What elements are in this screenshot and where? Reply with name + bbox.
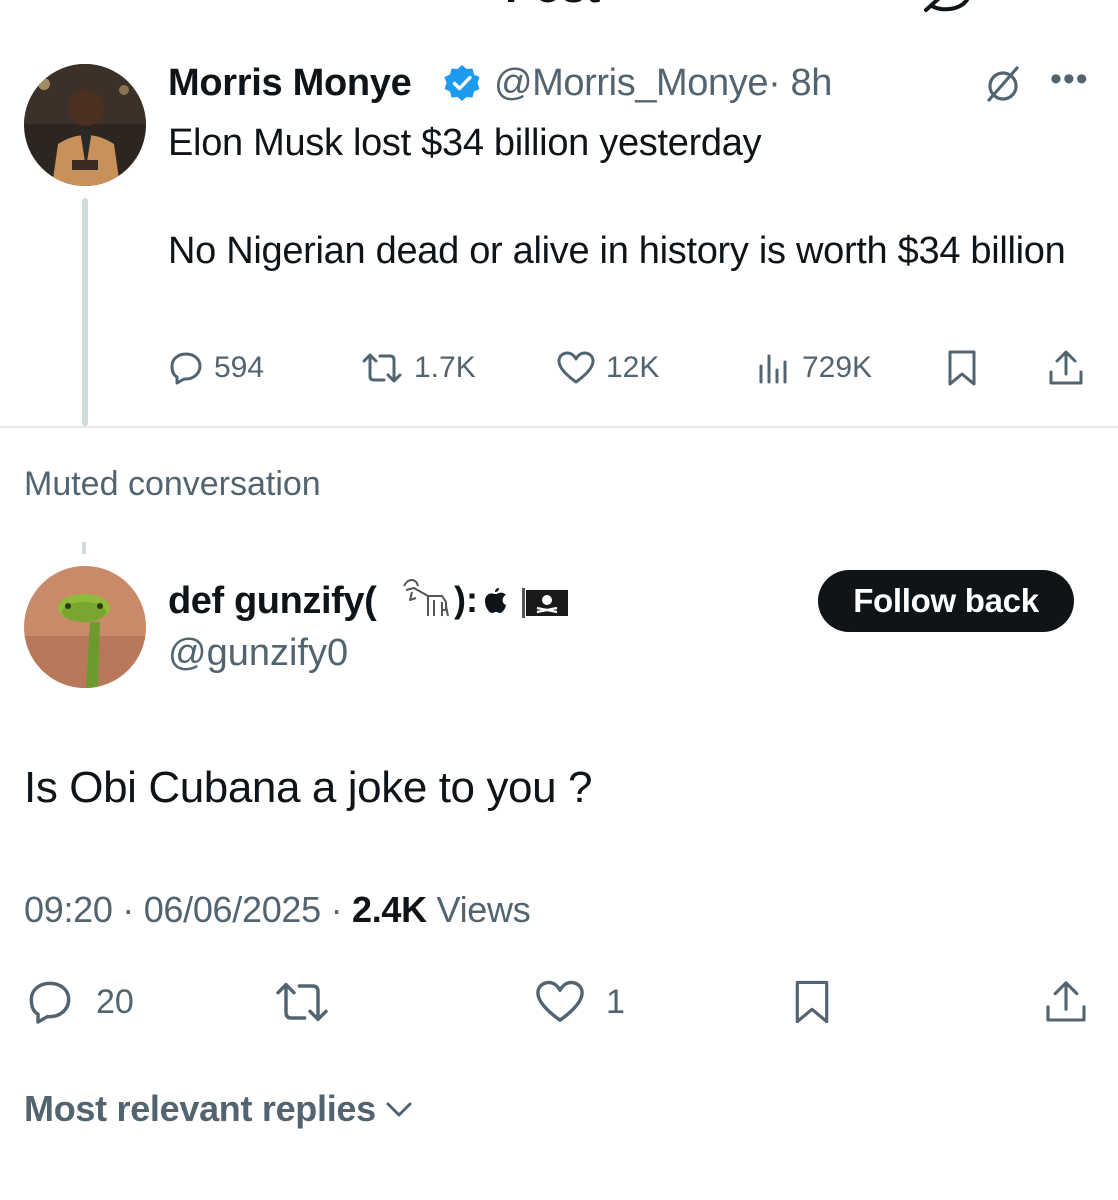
analytics-icon xyxy=(759,354,787,384)
muted-conversation-label: Muted conversation xyxy=(24,465,321,503)
repost-button[interactable]: 1.7K xyxy=(360,350,476,386)
views-count[interactable]: 2.4K xyxy=(352,889,427,930)
author-name[interactable]: Morris Monye xyxy=(168,60,412,106)
reply-icon xyxy=(29,981,71,1024)
post-actions: 20 1 xyxy=(24,970,1094,1030)
verified-badge-icon xyxy=(444,65,480,101)
thread-line xyxy=(82,542,86,554)
grok-icon[interactable] xyxy=(922,0,972,14)
avatar-photo-icon xyxy=(24,64,146,186)
more-options-icon[interactable]: ••• xyxy=(1050,62,1089,96)
apple-logo-icon xyxy=(485,588,506,613)
post-text-line: No Nigerian dead or alive in history is … xyxy=(168,230,1066,272)
reply-count: 20 xyxy=(96,982,134,1021)
view-count: 729K xyxy=(802,351,873,384)
reply-count: 594 xyxy=(214,351,265,384)
author-name[interactable]: def gunzify( xyxy=(168,578,377,624)
repost-icon xyxy=(276,982,328,1022)
like-button[interactable]: 1 xyxy=(534,978,625,1026)
grok-icon[interactable] xyxy=(983,64,1023,104)
share-button[interactable] xyxy=(1042,976,1090,1028)
post-meta: 09:20 · 06/06/2025 · 2.4K Views xyxy=(24,889,531,930)
top-nav: Post xyxy=(0,0,1118,18)
post-time: 09:20 xyxy=(24,889,113,930)
avatar-photo-icon xyxy=(24,566,146,688)
bookmark-icon xyxy=(948,350,976,386)
replies-sort-label: Most relevant replies xyxy=(24,1088,376,1129)
like-count: 12K xyxy=(606,351,660,384)
share-button[interactable] xyxy=(1046,348,1086,388)
replies-sort-dropdown[interactable]: Most relevant replies xyxy=(24,1086,414,1132)
follow-back-button[interactable]: Follow back xyxy=(818,570,1074,632)
repost-icon xyxy=(362,353,402,383)
like-button[interactable]: 12K xyxy=(556,350,659,386)
reply-button[interactable]: 20 xyxy=(24,978,134,1026)
repost-button[interactable] xyxy=(272,978,332,1026)
author-name-suffix: ): xyxy=(454,579,478,620)
goat-icon xyxy=(403,579,449,617)
post-text: Is Obi Cubana a joke to you ? xyxy=(24,763,593,812)
back-arrow-icon[interactable] xyxy=(36,0,64,12)
post-text: Elon Musk lost $34 billion yesterday No … xyxy=(168,116,1068,278)
reply-button[interactable]: 594 xyxy=(168,350,264,386)
author-name-text: def gunzify( xyxy=(168,580,377,622)
pirate-flag-icon xyxy=(522,588,568,618)
post-time: · 8h xyxy=(768,62,832,104)
share-icon xyxy=(1046,981,1086,1022)
reply-icon xyxy=(170,352,202,385)
author-handle-time: @Morris_Monye· 8h xyxy=(494,60,832,106)
avatar[interactable] xyxy=(24,566,146,688)
views-label: Views xyxy=(436,889,531,930)
like-count: 1 xyxy=(606,982,625,1021)
thread-line xyxy=(82,198,88,426)
divider xyxy=(0,426,1118,428)
post-date: 06/06/2025 xyxy=(143,889,321,930)
bookmark-button[interactable] xyxy=(944,348,980,388)
page-title: Post xyxy=(505,0,600,12)
post-actions: 594 1.7K 12K 729K xyxy=(168,346,1088,394)
views-button[interactable]: 729K xyxy=(756,350,872,386)
share-icon xyxy=(1049,350,1083,385)
author-handle[interactable]: @gunzify0 xyxy=(168,630,348,676)
bookmark-button[interactable] xyxy=(790,976,834,1028)
heart-icon xyxy=(536,980,584,1022)
name-emoji-icons: ): xyxy=(403,579,568,620)
chevron-down-icon xyxy=(386,1102,412,1117)
repost-count: 1.7K xyxy=(414,351,476,384)
heart-icon xyxy=(557,351,595,384)
avatar[interactable] xyxy=(24,64,146,186)
author-handle[interactable]: @Morris_Monye xyxy=(494,62,769,104)
post-text-line: Elon Musk lost $34 billion yesterday xyxy=(168,122,762,164)
bookmark-icon xyxy=(795,980,829,1024)
